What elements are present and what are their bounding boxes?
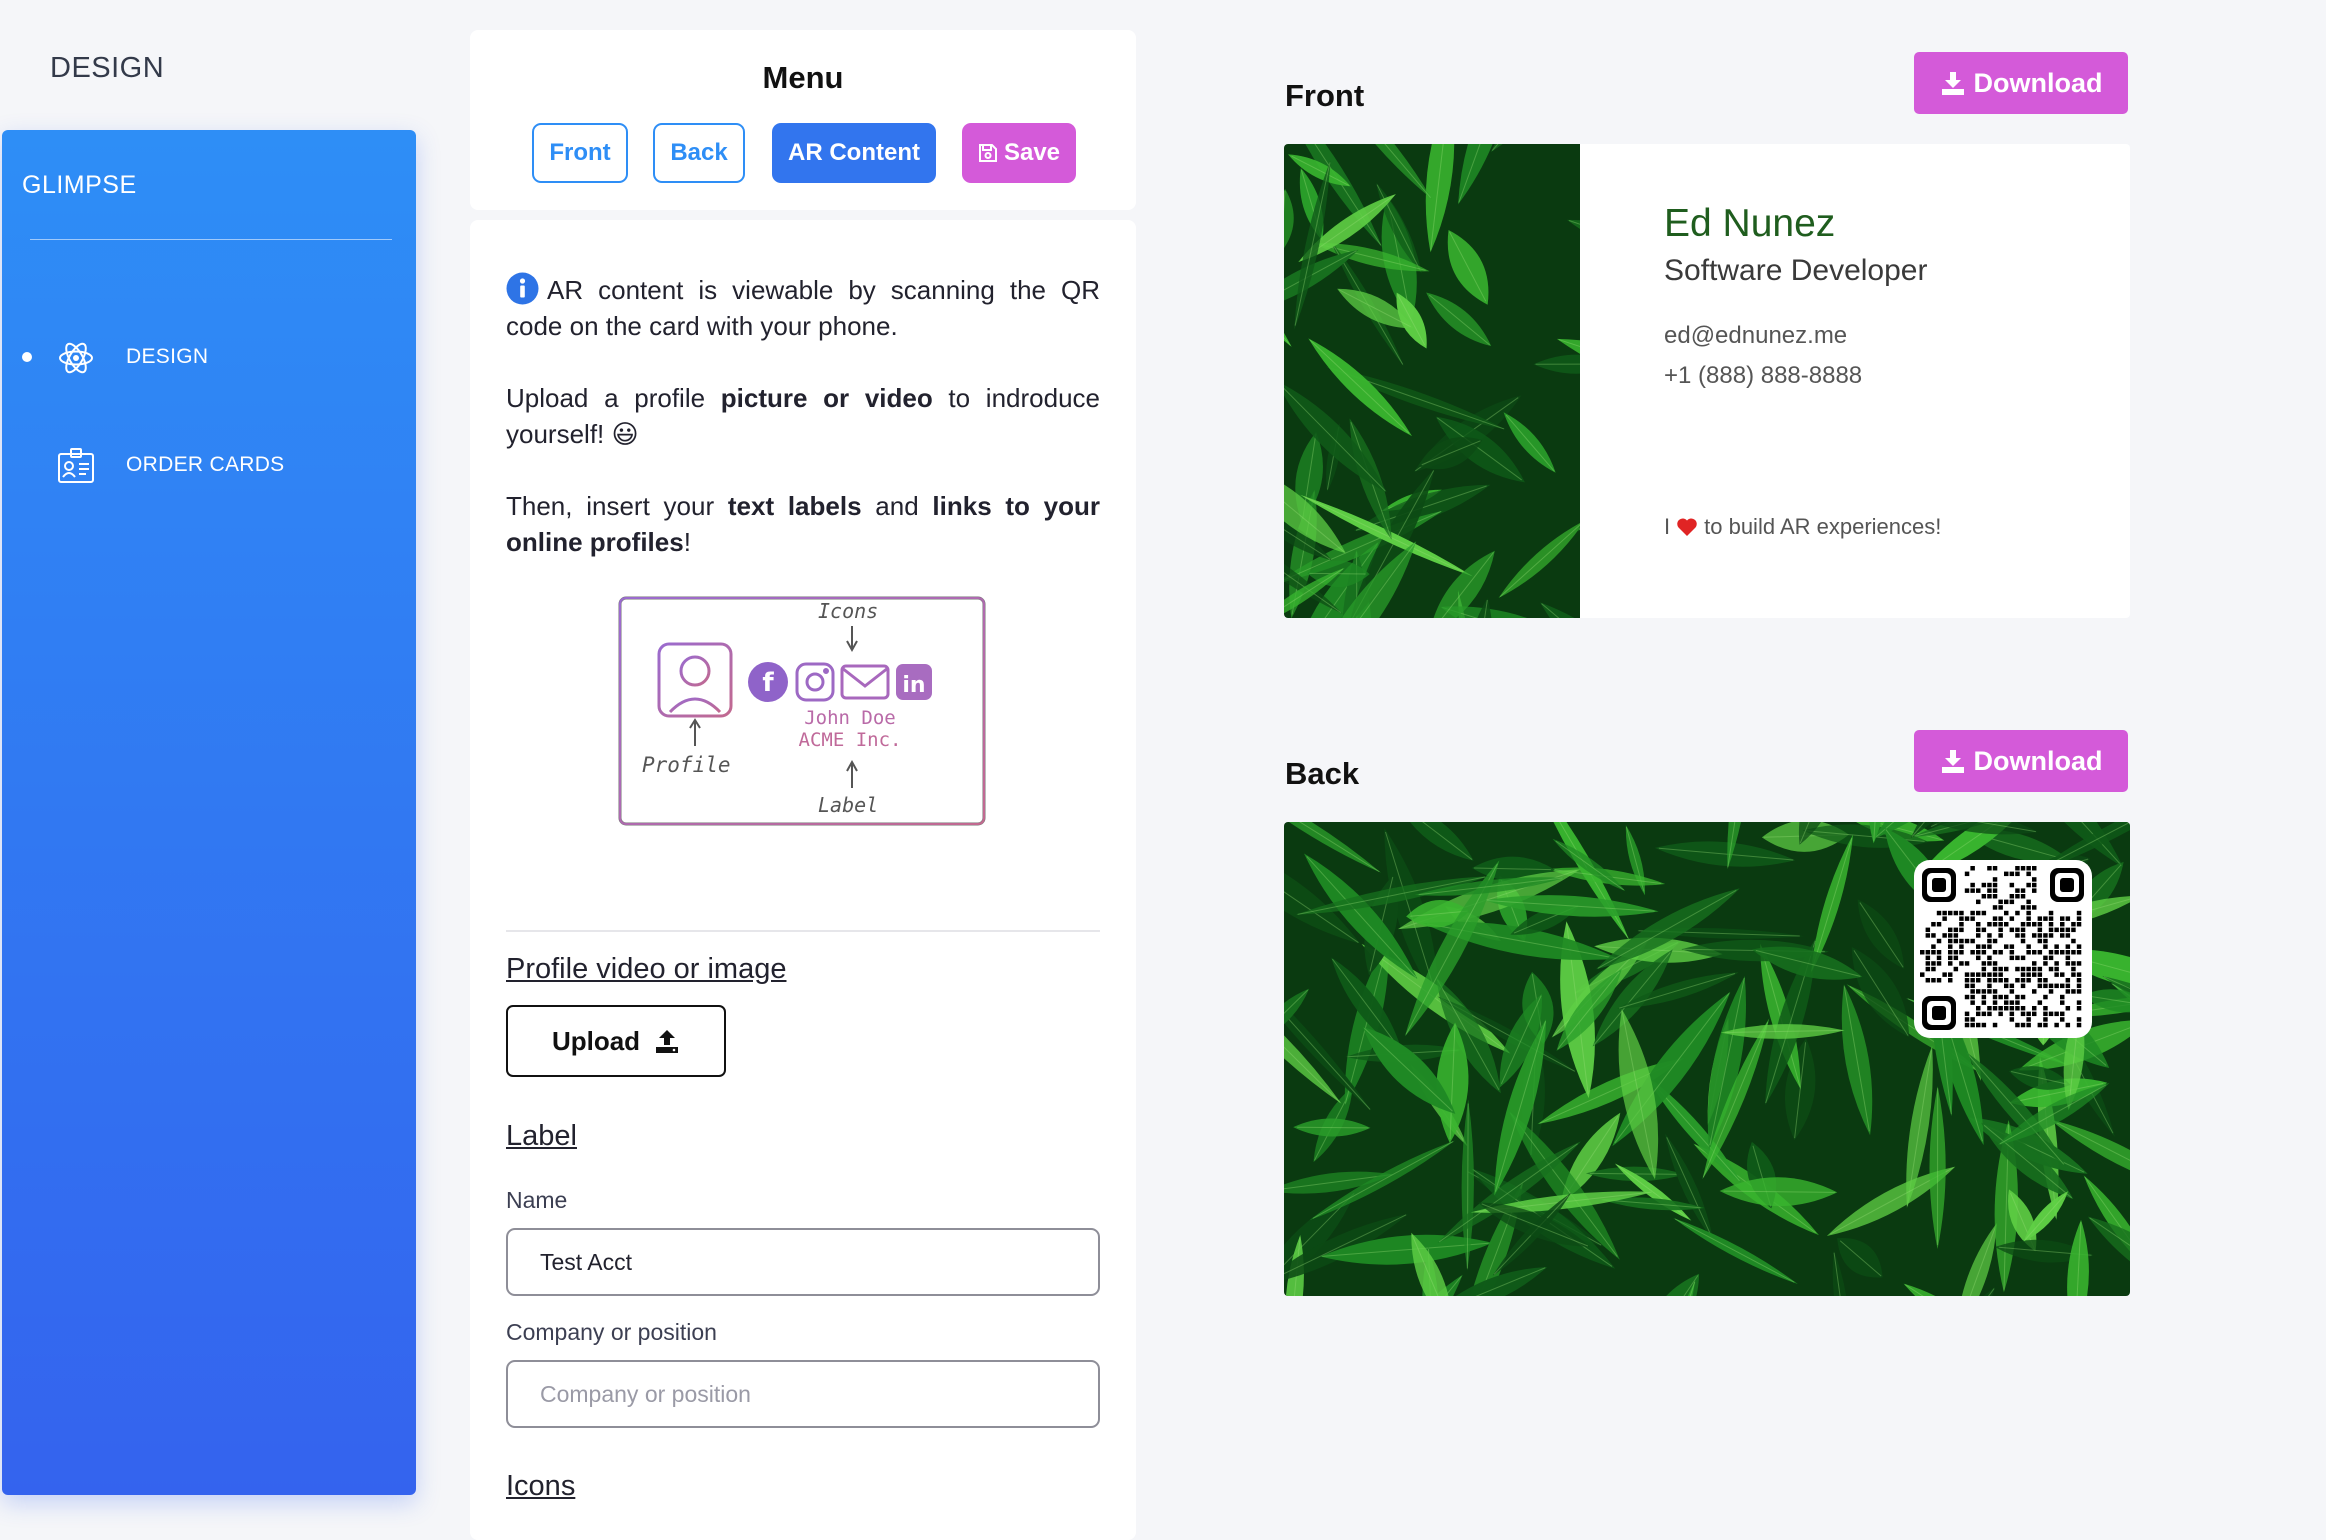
section-divider [506, 930, 1100, 932]
sidebar: GLIMPSE DESIGN ORDER CARDS [2, 130, 416, 1495]
qr-code [1914, 860, 2092, 1038]
upload-text: Upload a profile [506, 383, 721, 413]
brand-logo[interactable]: GLIMPSE [22, 171, 137, 200]
front-button[interactable]: Front [532, 123, 628, 183]
ar-content-button[interactable]: AR Content [772, 123, 936, 183]
download-icon [1941, 750, 1964, 773]
card-tagline: I to build AR experiences! [1664, 514, 1941, 540]
sidebar-item-order-cards[interactable]: ORDER CARDS [2, 434, 416, 494]
profile-section-title: Profile video or image [506, 953, 787, 985]
card-name: Ed Nunez [1664, 202, 1836, 245]
card-role: Software Developer [1664, 254, 1928, 287]
sidebar-item-label: ORDER CARDS [126, 453, 285, 476]
labels-emphasis: text labels [727, 491, 862, 521]
sidebar-divider [30, 239, 392, 240]
info-icon [506, 272, 539, 305]
labels-text-mid: and [861, 491, 933, 521]
upload-paragraph: Upload a profile picture or video to ind… [506, 380, 1100, 452]
company-input[interactable] [506, 1360, 1100, 1428]
back-preview-title: Back [1285, 756, 1360, 791]
save-button[interactable]: Save [962, 123, 1076, 183]
upload-button[interactable]: Upload [506, 1005, 726, 1077]
upload-emphasis: picture or video [720, 383, 933, 413]
qr-code-image [1920, 866, 2084, 1030]
tagline-end: to build AR experiences! [1704, 514, 1942, 539]
menu-card: Menu Front Back AR Content Save [470, 30, 1136, 210]
download-icon [1941, 72, 1964, 95]
download-front-button[interactable]: Download [1914, 52, 2128, 114]
leaves-image [1284, 144, 1580, 618]
labels-text: Then, insert your [506, 491, 728, 521]
back-card-preview [1284, 822, 2130, 1296]
card-email: ed@ednunez.me [1664, 322, 1848, 349]
info-text: AR content is viewable by scanning the Q… [506, 275, 1100, 341]
diagram-icons-label: Icons [818, 599, 878, 623]
atom-icon [59, 342, 93, 374]
id-card-icon [58, 448, 94, 483]
svg-text:in: in [902, 673, 925, 698]
ar-content-panel: AR content is viewable by scanning the Q… [470, 220, 1136, 1540]
company-field-label: Company or position [506, 1319, 717, 1345]
back-button[interactable]: Back [653, 123, 745, 183]
menu-title: Menu [762, 60, 844, 95]
svg-text:f: f [762, 668, 774, 698]
info-paragraph: AR content is viewable by scanning the Q… [506, 272, 1100, 344]
sidebar-item-design[interactable]: DESIGN [2, 326, 416, 386]
card-phone: +1 (888) 888-8888 [1664, 362, 1863, 389]
label-section-title: Label [506, 1120, 577, 1152]
front-card-preview: Ed Nunez Software Developer ed@ednunez.m… [1284, 144, 2130, 618]
diagram-profile-label: Profile [642, 753, 731, 777]
floppy-disk-icon [978, 144, 997, 162]
download-label: Download [1973, 745, 2103, 776]
labels-paragraph: Then, insert your text labels and links … [506, 488, 1100, 560]
icons-section-title: Icons [506, 1470, 576, 1502]
download-back-button[interactable]: Download [1914, 730, 2128, 792]
diagram-sample-company: ACME Inc. [799, 729, 902, 751]
labels-text-end: ! [683, 527, 691, 557]
linkedin-icon: in [896, 664, 932, 700]
diagram-sample-name: John Doe [804, 707, 896, 729]
download-label: Download [1973, 67, 2103, 98]
name-input[interactable] [506, 1228, 1100, 1296]
name-field-label: Name [506, 1187, 568, 1213]
upload-icon [656, 1030, 679, 1053]
facebook-icon: f [748, 662, 788, 702]
ar-card-diagram: Profile Icons f in John Doe ACME Inc. La… [618, 596, 986, 826]
save-label: Save [1003, 139, 1061, 166]
front-preview-title: Front [1285, 78, 1365, 113]
tagline-start: I [1664, 514, 1671, 539]
upload-label: Upload [551, 1025, 641, 1056]
active-indicator [22, 352, 32, 362]
diagram-label-label: Label [818, 793, 878, 817]
page-title: DESIGN [50, 52, 165, 84]
sidebar-item-label: DESIGN [126, 345, 209, 368]
heart-icon [1677, 518, 1697, 536]
